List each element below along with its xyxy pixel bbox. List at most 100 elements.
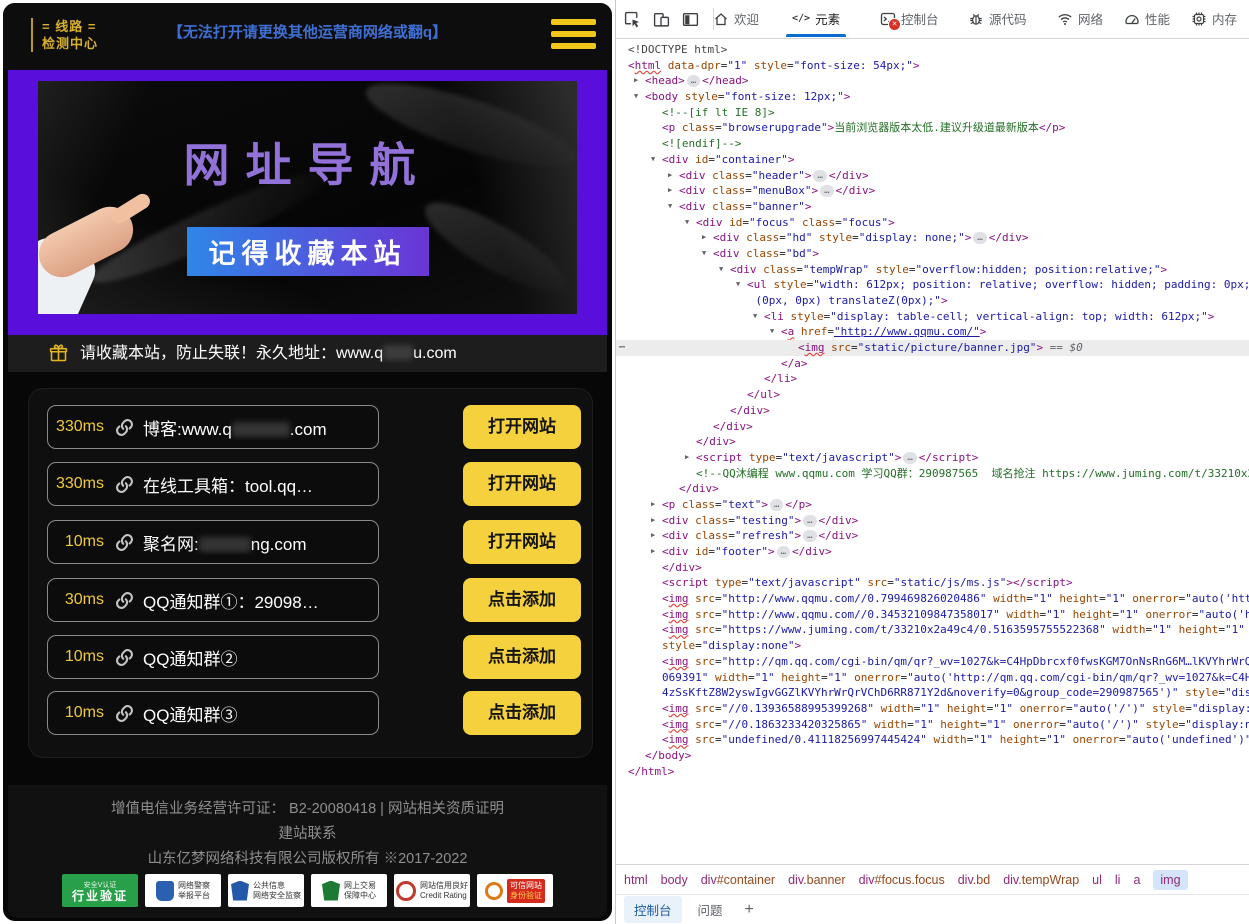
collapse-arrow-icon[interactable]: ▼: [668, 199, 672, 215]
dom-node[interactable]: <!--QQ沐编程 www.qqmu.com 学习QQ群：290987565 域…: [616, 466, 1249, 482]
devtools-tab-网络[interactable]: 网络: [1057, 0, 1103, 37]
collapse-arrow-icon[interactable]: ▼: [719, 262, 723, 278]
dom-node[interactable]: </body>: [616, 748, 1249, 764]
certification-badge[interactable]: 安全V认证行业验证: [62, 874, 138, 907]
expand-arrow-icon[interactable]: ▶: [668, 183, 672, 199]
open-site-button[interactable]: 打开网站: [463, 462, 581, 506]
certification-badge[interactable]: 网站信用良好Credit Rating: [394, 874, 470, 907]
collapsed-content-icon[interactable]: …: [777, 546, 790, 558]
dock-side-icon[interactable]: [682, 11, 699, 28]
dom-node[interactable]: ▶<head>…</head>: [616, 73, 1249, 89]
dom-node[interactable]: ▼<div id="container">: [616, 152, 1249, 168]
collapse-arrow-icon[interactable]: ▼: [702, 246, 706, 262]
dom-node[interactable]: ▶<div class="refresh">…</div>: [616, 528, 1249, 544]
collapsed-content-icon[interactable]: …: [903, 452, 916, 464]
breadcrumb-div.bd[interactable]: div.bd: [958, 873, 990, 887]
dom-node[interactable]: ▼<li style="display: table-cell; vertica…: [616, 309, 1249, 325]
device-toolbar-icon[interactable]: [653, 11, 670, 28]
breadcrumb-img[interactable]: img: [1153, 870, 1187, 890]
dom-node[interactable]: ▶<p class="text">…</p>: [616, 497, 1249, 513]
dom-node[interactable]: <img src="https://www.juming.com/t/33210…: [616, 622, 1249, 638]
collapsed-content-icon[interactable]: …: [820, 185, 833, 197]
collapsed-content-icon[interactable]: …: [813, 170, 826, 182]
dom-node[interactable]: ▶<script type="text/javascript">…</scrip…: [616, 450, 1249, 466]
breadcrumb-a[interactable]: a: [1133, 873, 1140, 887]
banner-carousel[interactable]: 网址导航 记得收藏本站: [8, 70, 607, 335]
certification-badge[interactable]: 网上交易保障中心: [311, 874, 387, 907]
devtools-tab-性能[interactable]: 性能: [1124, 0, 1170, 37]
attr-link-token[interactable]: "http://www.qqmu.com/": [834, 325, 980, 338]
devtools-tab-源代码[interactable]: 源代码: [968, 0, 1027, 37]
collapse-arrow-icon[interactable]: ▼: [770, 324, 774, 340]
expand-arrow-icon[interactable]: ▶: [702, 230, 706, 246]
devtools-tab-控制台[interactable]: ✕控制台: [880, 0, 939, 37]
expand-arrow-icon[interactable]: ▶: [685, 450, 689, 466]
dom-node[interactable]: <img src="http://qm.qq.com/cgi-bin/qm/qr…: [616, 654, 1249, 670]
dom-node[interactable]: ▶<div class="header">…</div>: [616, 168, 1249, 184]
dom-node[interactable]: <img src="undefined/0.41118256997445424"…: [616, 732, 1249, 748]
dom-node[interactable]: </div>: [616, 403, 1249, 419]
dom-node[interactable]: <!DOCTYPE html>: [616, 42, 1249, 58]
collapsed-content-icon[interactable]: …: [973, 232, 986, 244]
expand-arrow-icon[interactable]: ▶: [651, 513, 655, 529]
collapsed-content-icon[interactable]: …: [687, 75, 700, 87]
collapsed-content-icon[interactable]: …: [770, 499, 783, 511]
certification-badge[interactable]: 可信网站身份验证: [477, 874, 553, 907]
breadcrumb-li[interactable]: li: [1115, 873, 1121, 887]
open-site-button[interactable]: 点击添加: [463, 691, 581, 735]
dom-node[interactable]: 4zSsKftZ8W2yswIgvGGZlKVYhrWrQrVChD6RR871…: [616, 685, 1249, 701]
expand-arrow-icon[interactable]: ▶: [634, 73, 638, 89]
dom-node[interactable]: </div>: [616, 434, 1249, 450]
dom-node[interactable]: ▼<div class="tempWrap" style="overflow:h…: [616, 262, 1249, 278]
breadcrumb-div.tempWrap[interactable]: div.tempWrap: [1003, 873, 1079, 887]
dom-node[interactable]: ▶<div id="footer">…</div>: [616, 544, 1249, 560]
dom-node[interactable]: ▶<div class="testing">…</div>: [616, 513, 1249, 529]
open-site-button[interactable]: 打开网站: [463, 405, 581, 449]
dom-node[interactable]: <img src="//0.13936588995399268" width="…: [616, 701, 1249, 717]
devtools-tab-内存[interactable]: 内存: [1191, 0, 1237, 37]
link-row-box[interactable]: 10ms聚名网:ng.com: [47, 520, 379, 564]
drawer-tab-问题[interactable]: 问题: [688, 896, 733, 923]
collapsed-content-icon[interactable]: …: [803, 530, 816, 542]
open-site-button[interactable]: 打开网站: [463, 520, 581, 564]
expand-arrow-icon[interactable]: ▶: [651, 544, 655, 560]
dom-node[interactable]: ▼<ul style="width: 612px; position: rela…: [616, 277, 1249, 293]
certification-badge[interactable]: 公共信息网络安全监察: [228, 874, 304, 907]
hamburger-menu-icon[interactable]: [551, 19, 596, 55]
link-row-box[interactable]: 330ms在线工具箱：tool.qq…: [47, 462, 379, 506]
inspect-element-icon[interactable]: [624, 11, 641, 28]
breadcrumb-div#container[interactable]: div#container: [701, 873, 775, 887]
link-row-box[interactable]: 330ms博客:www.q.com: [47, 405, 379, 449]
devtools-tab-欢迎[interactable]: 欢迎: [713, 0, 759, 37]
dom-node[interactable]: style="display:none">: [616, 638, 1249, 654]
dom-node[interactable]: ▼<div class="bd">: [616, 246, 1249, 262]
dom-node[interactable]: ▼<body style="font-size: 12px;">: [616, 89, 1249, 105]
dom-node[interactable]: </ul>: [616, 387, 1249, 403]
breadcrumb-div#focus.focus[interactable]: div#focus.focus: [859, 873, 945, 887]
dom-node[interactable]: </div>: [616, 419, 1249, 435]
link-row-box[interactable]: 30msQQ通知群①：29098…: [47, 578, 379, 622]
dom-node[interactable]: <!--[if lt IE 8]>: [616, 105, 1249, 121]
dom-node[interactable]: <img src="http://www.qqmu.com//0.7994698…: [616, 591, 1249, 607]
certification-badge[interactable]: 网络警察举报平台: [145, 874, 221, 907]
collapsed-content-icon[interactable]: …: [803, 515, 816, 527]
breadcrumb-div.banner[interactable]: div.banner: [788, 873, 845, 887]
breadcrumb-html[interactable]: html: [624, 873, 648, 887]
dom-node[interactable]: ▼<div class="banner">: [616, 199, 1249, 215]
expand-arrow-icon[interactable]: ▶: [651, 528, 655, 544]
dom-node[interactable]: </li>: [616, 371, 1249, 387]
node-more-actions-icon[interactable]: ⋯: [619, 340, 624, 356]
dom-node[interactable]: (0px, 0px) translateZ(0px);">: [616, 293, 1249, 309]
dom-node[interactable]: ▼<a href="http://www.qqmu.com/">: [616, 324, 1249, 340]
open-site-button[interactable]: 点击添加: [463, 635, 581, 679]
collapse-arrow-icon[interactable]: ▼: [736, 277, 740, 293]
link-row-box[interactable]: 10msQQ通知群③: [47, 691, 379, 735]
dom-node[interactable]: 069391" width="1" height="1" onerror="au…: [616, 670, 1249, 686]
expand-arrow-icon[interactable]: ▶: [668, 168, 672, 184]
open-site-button[interactable]: 点击添加: [463, 578, 581, 622]
footer-contact-line[interactable]: 建站联系: [8, 822, 607, 847]
dom-node[interactable]: <p class="browserupgrade">当前浏览器版本太低.建议升级…: [616, 120, 1249, 136]
collapse-arrow-icon[interactable]: ▼: [753, 309, 757, 325]
dom-node[interactable]: </div>: [616, 481, 1249, 497]
dom-node[interactable]: <![endif]-->: [616, 136, 1249, 152]
